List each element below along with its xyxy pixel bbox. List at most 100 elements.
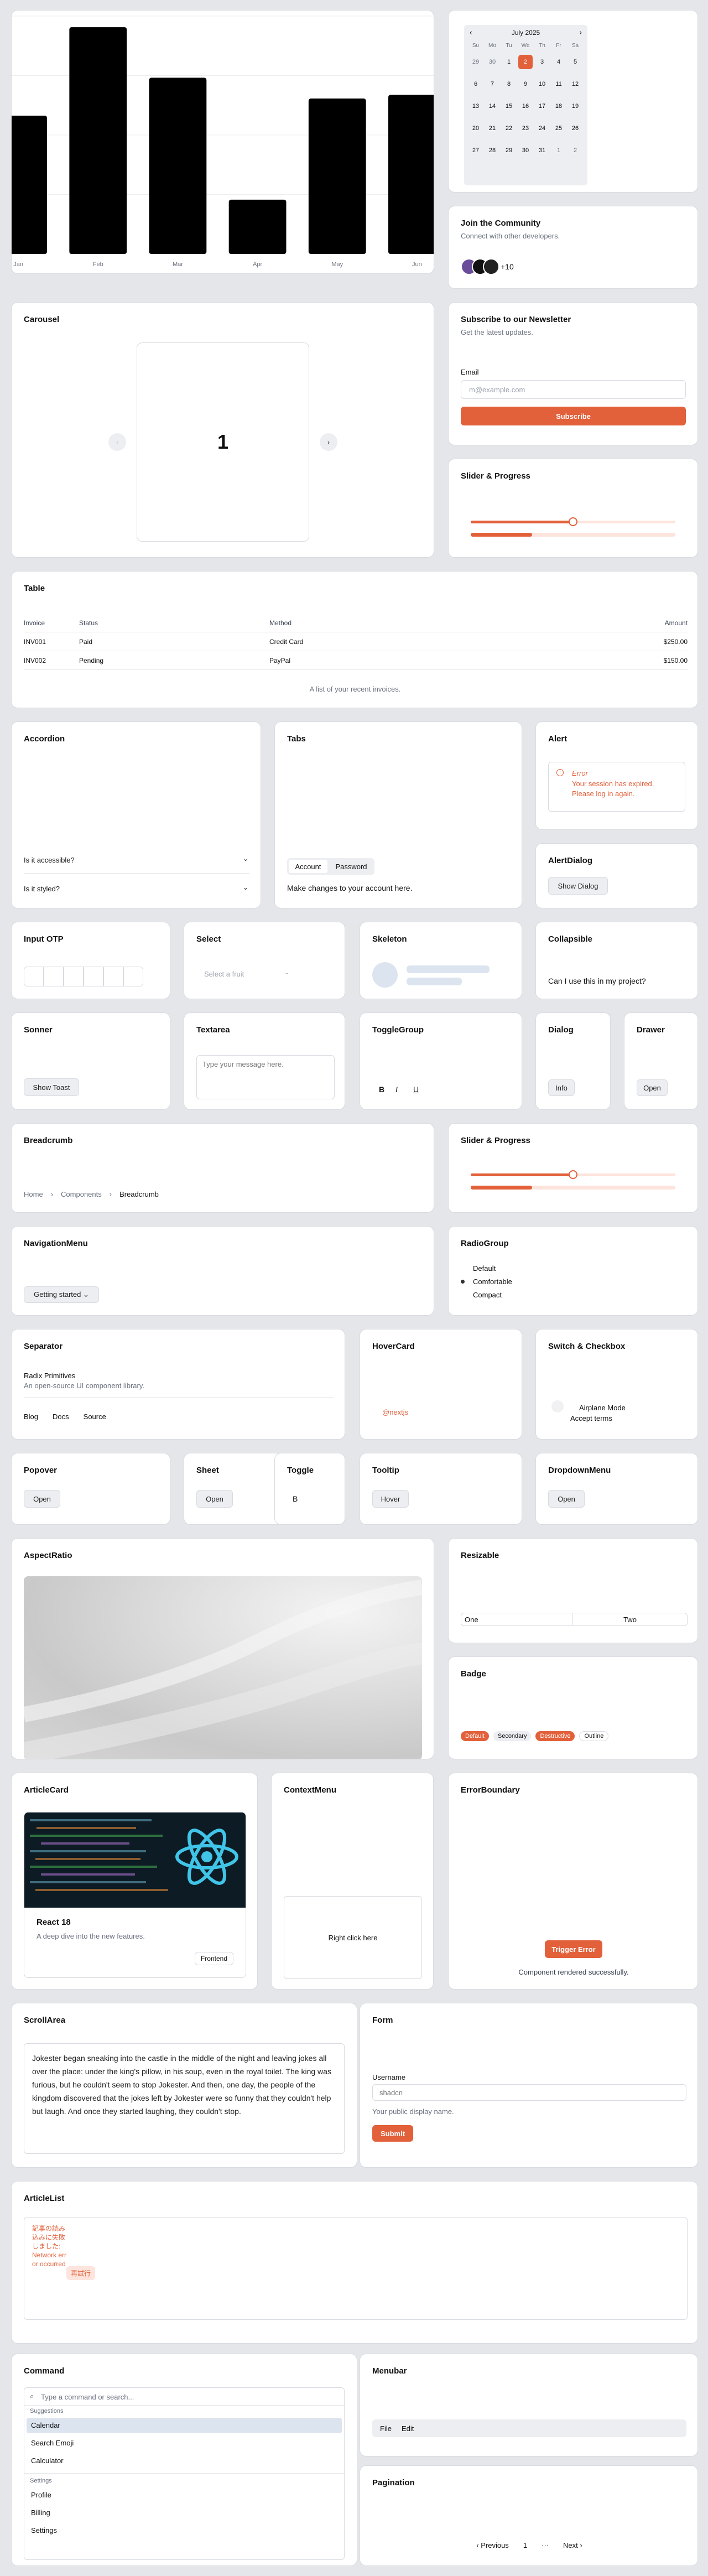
command-item[interactable]: Settings <box>27 2523 342 2538</box>
calendar-day[interactable]: 31 <box>535 143 549 158</box>
calendar-day[interactable]: 7 <box>485 77 499 91</box>
calendar-day[interactable]: 5 <box>568 55 582 69</box>
menubar-file[interactable]: File <box>380 2424 392 2433</box>
otp-slot[interactable] <box>24 967 44 986</box>
email-input[interactable]: m@example.com <box>461 380 686 399</box>
calendar-day[interactable]: 29 <box>468 55 483 69</box>
bar-jun[interactable] <box>388 95 434 254</box>
radio-option[interactable]: Comfortable <box>461 1276 571 1287</box>
command-item[interactable]: Calculator <box>27 2453 342 2469</box>
command-search[interactable]: ⌕ Type a command or search... <box>24 2388 344 2406</box>
open-dropdown-button[interactable]: Open <box>548 1490 585 1508</box>
radio-option[interactable]: Default <box>461 1263 571 1274</box>
subscribe-button[interactable]: Subscribe <box>461 407 686 425</box>
table-row[interactable]: INV002 Pending PayPal $150.00 <box>24 651 688 670</box>
submit-button[interactable]: Submit <box>372 2125 413 2142</box>
calendar-day[interactable]: 9 <box>518 77 533 91</box>
open-sheet-button[interactable]: Open <box>196 1490 233 1508</box>
calendar-day[interactable]: 8 <box>502 77 516 91</box>
calendar-day[interactable]: 14 <box>485 99 499 113</box>
bold-toggle[interactable]: B <box>379 1085 384 1094</box>
airplane-mode-switch[interactable] <box>551 1400 564 1412</box>
command-item[interactable]: Search Emoji <box>27 2435 342 2451</box>
open-drawer-button[interactable]: Open <box>637 1079 668 1096</box>
username-input[interactable] <box>372 2084 686 2101</box>
command-item[interactable]: Billing <box>27 2505 342 2521</box>
scroll-area[interactable]: Jokester began sneaking into the castle … <box>24 2043 345 2154</box>
context-menu-trigger[interactable]: Right click here <box>284 1896 422 1979</box>
blog-link[interactable]: Blog <box>24 1412 38 1421</box>
radio-option[interactable]: Compact <box>461 1290 571 1301</box>
slider-track[interactable] <box>471 1170 675 1179</box>
calendar-day[interactable]: 18 <box>551 99 566 113</box>
accordion-item[interactable]: Is it styled? ⌄ <box>24 874 249 902</box>
info-button[interactable]: Info <box>548 1079 575 1096</box>
tab-password[interactable]: Password <box>330 860 372 873</box>
hovercard-trigger[interactable]: @nextjs <box>382 1408 408 1416</box>
otp-slot[interactable] <box>103 967 123 986</box>
accordion-item[interactable]: Is it accessible? ⌄ <box>24 845 249 874</box>
getting-started-trigger[interactable]: Getting started ⌄ <box>24 1286 99 1303</box>
calendar-day[interactable]: 25 <box>551 121 566 136</box>
calendar-day[interactable]: 12 <box>568 77 582 91</box>
breadcrumb-home[interactable]: Home <box>24 1190 43 1198</box>
tab-account[interactable]: Account <box>289 860 327 873</box>
calendar-day[interactable]: 6 <box>468 77 483 91</box>
breadcrumb-components[interactable]: Components <box>61 1190 102 1198</box>
calendar-day[interactable]: 30 <box>485 55 499 69</box>
otp-slot[interactable] <box>123 967 143 986</box>
open-popover-button[interactable]: Open <box>24 1490 60 1508</box>
bold-toggle-button[interactable]: B <box>293 1494 298 1503</box>
slider-thumb[interactable] <box>569 1170 577 1179</box>
docs-link[interactable]: Docs <box>53 1412 69 1421</box>
calendar-day[interactable]: 21 <box>485 121 499 136</box>
pagination-page[interactable]: 1 <box>523 2541 527 2549</box>
calendar-day[interactable]: 3 <box>535 55 549 69</box>
message-textarea[interactable] <box>196 1055 335 1099</box>
slider-track[interactable] <box>471 517 675 526</box>
otp-slot[interactable] <box>64 967 84 986</box>
retry-button[interactable]: 再試行 <box>66 2266 96 2280</box>
pagination-next[interactable]: Next › <box>563 2541 582 2549</box>
bar-jan[interactable] <box>12 116 47 254</box>
calendar-day-selected[interactable]: 2 <box>518 55 533 69</box>
table-row[interactable]: INV001 Paid Credit Card $250.00 <box>24 632 688 651</box>
bar-feb[interactable] <box>69 27 127 254</box>
menubar-edit[interactable]: Edit <box>402 2424 414 2433</box>
calendar-day[interactable]: 1 <box>502 55 516 69</box>
otp-slot[interactable] <box>44 967 64 986</box>
calendar-next-button[interactable]: › <box>579 28 582 37</box>
slider-thumb[interactable] <box>569 517 577 526</box>
accept-terms-checkbox[interactable] <box>558 1415 566 1422</box>
calendar-day[interactable]: 28 <box>485 143 499 158</box>
calendar-day[interactable]: 27 <box>468 143 483 158</box>
calendar-day[interactable]: 20 <box>468 121 483 136</box>
calendar-day[interactable]: 1 <box>551 143 566 158</box>
calendar-day[interactable]: 11 <box>551 77 566 91</box>
bar-may[interactable] <box>308 98 366 254</box>
bar-mar[interactable] <box>149 77 207 254</box>
calendar-day[interactable]: 23 <box>518 121 533 136</box>
calendar-day[interactable]: 17 <box>535 99 549 113</box>
article-card[interactable]: React 18 A deep dive into the new featur… <box>24 1812 246 1978</box>
hover-button[interactable]: Hover <box>372 1490 409 1508</box>
otp-slot[interactable] <box>84 967 103 986</box>
trigger-error-button[interactable]: Trigger Error <box>545 1940 602 1958</box>
carousel-prev-button[interactable]: ‹ <box>108 433 126 451</box>
fruit-select[interactable]: Select a fruit ⌄ <box>196 964 296 983</box>
calendar-day[interactable]: 16 <box>518 99 533 113</box>
bar-apr[interactable] <box>228 199 287 254</box>
collapsible-trigger[interactable]: Can I use this in my project? <box>548 977 646 985</box>
calendar-day[interactable]: 13 <box>468 99 483 113</box>
underline-toggle[interactable]: U <box>413 1085 419 1094</box>
show-dialog-button[interactable]: Show Dialog <box>548 877 608 895</box>
calendar-day[interactable]: 26 <box>568 121 582 136</box>
command-item[interactable]: Calendar <box>27 2418 342 2433</box>
pagination-previous[interactable]: ‹ Previous <box>476 2541 509 2549</box>
source-link[interactable]: Source <box>84 1412 106 1421</box>
show-toast-button[interactable]: Show Toast <box>24 1078 79 1096</box>
calendar-day[interactable]: 4 <box>551 55 566 69</box>
calendar-day[interactable]: 30 <box>518 143 533 158</box>
calendar-day[interactable]: 2 <box>568 143 582 158</box>
carousel-next-button[interactable]: › <box>320 433 337 451</box>
